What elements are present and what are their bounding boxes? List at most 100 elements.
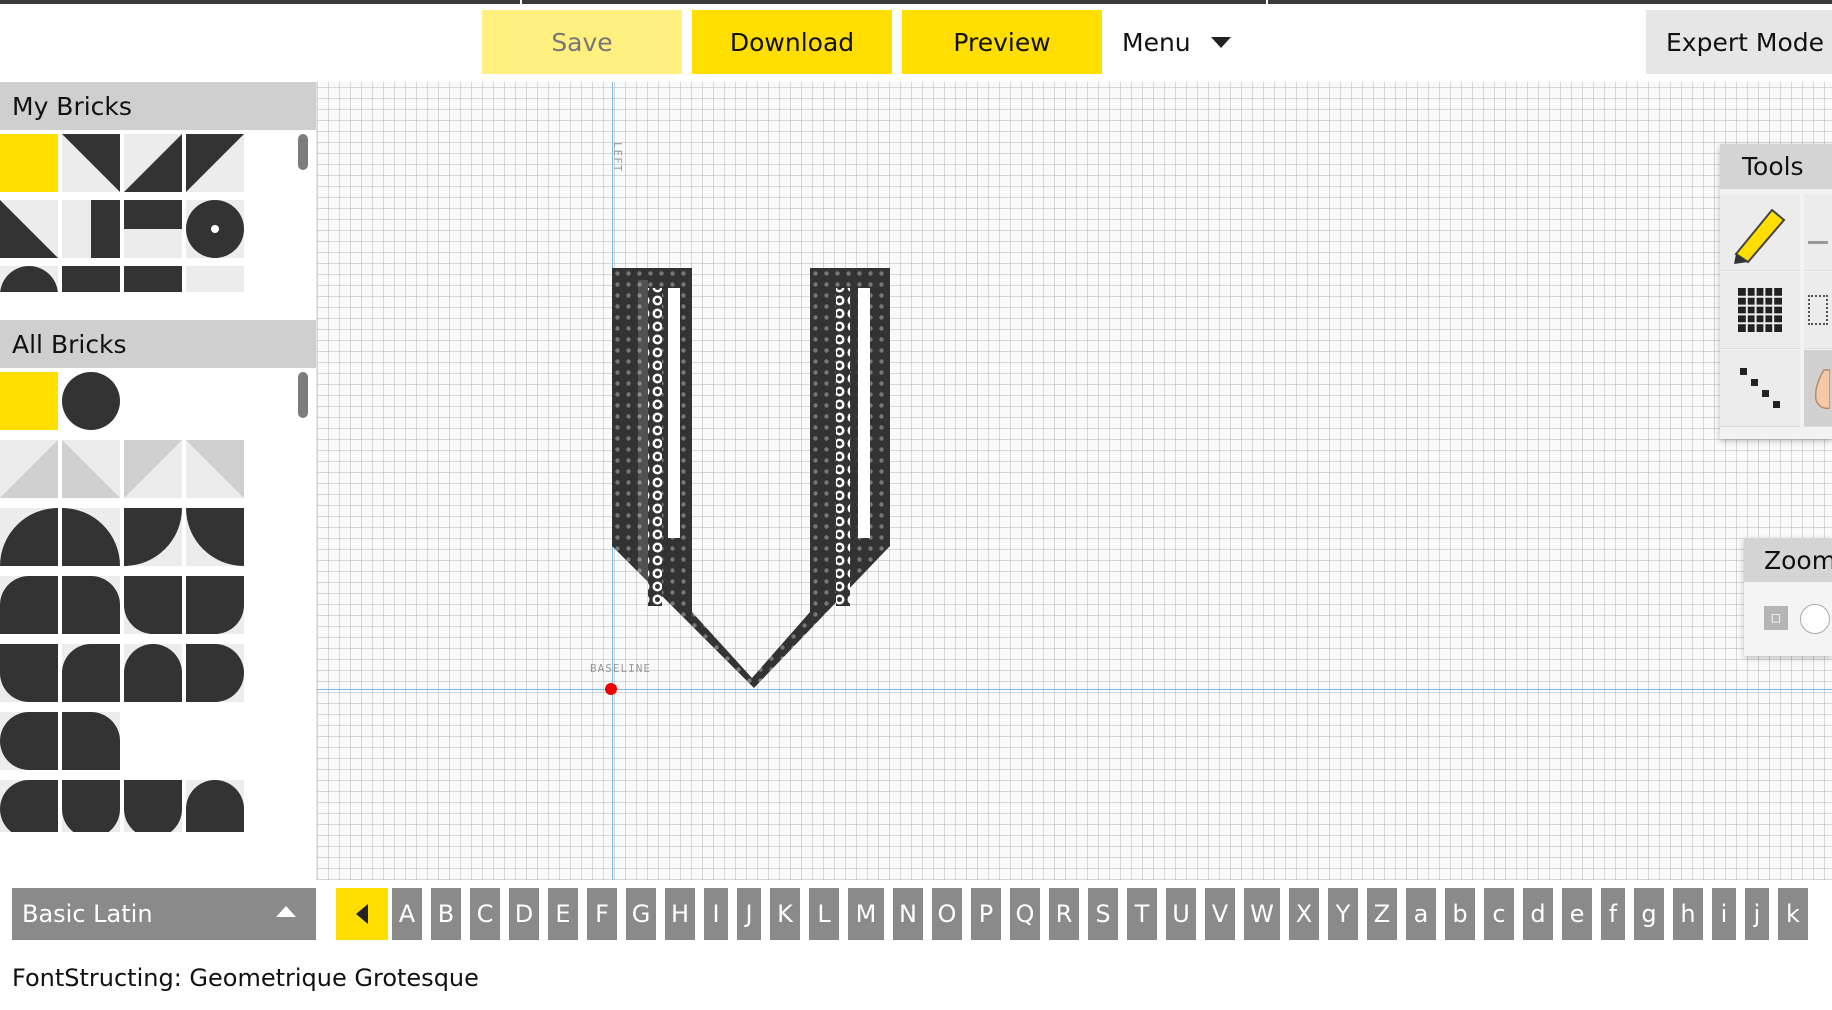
character-cell[interactable]: U xyxy=(1166,888,1196,940)
character-cell[interactable]: e xyxy=(1562,888,1592,940)
menu-dropdown[interactable]: Menu xyxy=(1112,10,1242,74)
all-bricks-scrollbar[interactable] xyxy=(298,372,308,418)
brick-rounded[interactable] xyxy=(124,644,182,702)
character-cell[interactable]: F xyxy=(587,888,617,940)
character-cell[interactable]: Q xyxy=(1010,888,1040,940)
brick-yellow-square[interactable] xyxy=(0,134,58,192)
character-cell[interactable]: k xyxy=(1778,888,1808,940)
brick-rounded[interactable] xyxy=(0,644,58,702)
character-cell[interactable]: X xyxy=(1289,888,1319,940)
brick-rounded[interactable] xyxy=(124,780,182,832)
brick-circle[interactable] xyxy=(0,266,58,292)
character-cell[interactable]: c xyxy=(1484,888,1514,940)
brick-rounded[interactable] xyxy=(0,780,58,832)
character-cell[interactable]: g xyxy=(1634,888,1664,940)
character-cell[interactable]: I xyxy=(704,888,728,940)
select-tool-button[interactable] xyxy=(1804,272,1832,349)
character-cell[interactable]: V xyxy=(1205,888,1235,940)
font-title: FontStructing: Geometrique Grotesque xyxy=(12,964,479,992)
brick-bar-horizontal[interactable] xyxy=(124,200,182,258)
brick-quarter-circle[interactable] xyxy=(124,508,182,566)
hand-tool-button[interactable] xyxy=(1804,350,1832,427)
brick-yellow-square[interactable] xyxy=(0,372,58,430)
glyph-canvas[interactable] xyxy=(317,82,1832,880)
pencil-tool-button[interactable] xyxy=(1720,194,1800,271)
brick-ring[interactable] xyxy=(186,200,244,258)
character-cell[interactable]: W xyxy=(1244,888,1280,940)
character-cell[interactable]: d xyxy=(1523,888,1553,940)
character-cell[interactable]: f xyxy=(1601,888,1625,940)
chevron-left-icon xyxy=(356,904,368,924)
brick-bar-vertical[interactable] xyxy=(62,200,120,258)
expert-mode-button[interactable]: Expert Mode xyxy=(1646,10,1832,74)
character-cell[interactable]: Z xyxy=(1367,888,1397,940)
character-cell[interactable]: L xyxy=(809,888,839,940)
brick-rounded[interactable] xyxy=(186,644,244,702)
brick-rounded[interactable] xyxy=(0,712,58,770)
save-button[interactable]: Save xyxy=(482,10,682,74)
brick-rounded[interactable] xyxy=(0,576,58,634)
character-cell[interactable]: M xyxy=(848,888,884,940)
brick-light-triangle[interactable] xyxy=(124,440,182,498)
brick-rounded[interactable] xyxy=(62,780,120,832)
eraser-tool-button[interactable] xyxy=(1804,194,1832,271)
baseline-guide-line[interactable] xyxy=(317,689,1832,690)
brick-triangle[interactable] xyxy=(62,134,120,192)
character-cell[interactable]: i xyxy=(1712,888,1736,940)
character-cell[interactable]: T xyxy=(1127,888,1157,940)
character-cell[interactable]: C xyxy=(470,888,500,940)
brick-light-triangle[interactable] xyxy=(62,440,120,498)
download-button[interactable]: Download xyxy=(692,10,892,74)
character-cell[interactable]: S xyxy=(1088,888,1118,940)
character-cell[interactable]: B xyxy=(431,888,461,940)
character-cell[interactable]: A xyxy=(392,888,422,940)
menu-label: Menu xyxy=(1122,27,1191,57)
my-bricks-header: My Bricks xyxy=(0,82,316,130)
character-cell[interactable]: H xyxy=(665,888,695,940)
brick-rounded[interactable] xyxy=(186,780,244,832)
character-cell[interactable]: a xyxy=(1406,888,1436,940)
character-cell[interactable]: N xyxy=(893,888,923,940)
line-tool-button[interactable] xyxy=(1720,350,1800,427)
fill-grid-tool-button[interactable] xyxy=(1720,272,1800,349)
brick-light-triangle[interactable] xyxy=(0,440,58,498)
brick-quarter-circle[interactable] xyxy=(62,508,120,566)
character-cell[interactable]: J xyxy=(737,888,761,940)
character-cell[interactable]: P xyxy=(971,888,1001,940)
preview-button[interactable]: Preview xyxy=(902,10,1102,74)
brick-rounded[interactable] xyxy=(62,644,120,702)
diagonal-line-icon xyxy=(1740,368,1780,408)
character-cell[interactable]: Y xyxy=(1328,888,1358,940)
character-cell[interactable]: b xyxy=(1445,888,1475,940)
brick-square[interactable] xyxy=(62,266,120,292)
character-cell[interactable]: j xyxy=(1745,888,1769,940)
my-bricks-scrollbar[interactable] xyxy=(298,134,308,170)
tools-panel: Tools xyxy=(1720,144,1832,439)
character-cell[interactable]: R xyxy=(1049,888,1079,940)
previous-characters-button[interactable] xyxy=(336,888,388,940)
character-cell[interactable]: E xyxy=(548,888,578,940)
brick-rounded[interactable] xyxy=(62,712,120,770)
brick-rounded[interactable] xyxy=(186,576,244,634)
zoom-slider-knob[interactable] xyxy=(1800,604,1830,634)
brick-rounded[interactable] xyxy=(124,576,182,634)
brick-square[interactable] xyxy=(124,266,182,292)
brick-quarter-circle[interactable] xyxy=(0,508,58,566)
brick-light-triangle[interactable] xyxy=(186,440,244,498)
charset-dropdown[interactable]: Basic Latin xyxy=(12,888,316,940)
origin-point[interactable] xyxy=(605,683,617,695)
brick-triangle[interactable] xyxy=(186,134,244,192)
brick-triangle[interactable] xyxy=(0,200,58,258)
brick-quarter-circle[interactable] xyxy=(186,508,244,566)
character-cell[interactable]: G xyxy=(626,888,656,940)
character-cell[interactable]: K xyxy=(770,888,800,940)
brick-rounded[interactable] xyxy=(62,576,120,634)
brick-empty[interactable] xyxy=(186,266,244,292)
character-cell[interactable]: D xyxy=(509,888,539,940)
brick-circle[interactable] xyxy=(62,372,120,430)
character-cell[interactable]: h xyxy=(1673,888,1703,940)
brick-triangle[interactable] xyxy=(124,134,182,192)
character-cell[interactable]: O xyxy=(932,888,962,940)
pencil-icon xyxy=(1734,208,1786,264)
zoom-fit-icon[interactable]: □ xyxy=(1764,606,1788,630)
